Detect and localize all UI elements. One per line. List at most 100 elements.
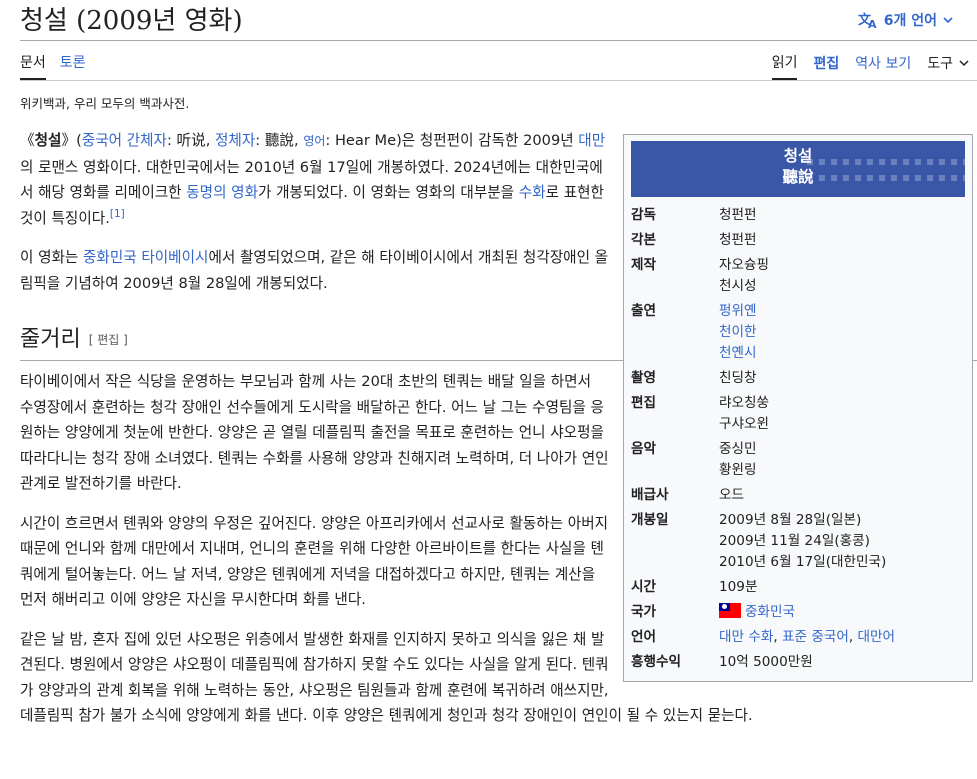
editor-name: 랴오칭쑹 xyxy=(719,395,770,411)
release-date: 2009년 8월 28일(일본) xyxy=(719,512,862,528)
actor-link[interactable]: 펑위옌 xyxy=(719,303,757,319)
sign-language-link[interactable]: 수화 xyxy=(519,184,546,201)
tab-read[interactable]: 읽기 xyxy=(771,52,798,80)
infobox-label: 제작 xyxy=(631,257,657,273)
composer-name: 중싱민 xyxy=(719,441,757,457)
language-link[interactable]: 표준 중국어 xyxy=(782,629,849,645)
flag-icon xyxy=(719,603,741,618)
infobox-label: 국가 xyxy=(631,604,657,620)
infobox-label: 흥행수익 xyxy=(631,654,682,670)
infobox-value: 109분 xyxy=(719,579,758,595)
tools-label: 도구 xyxy=(927,56,953,72)
article-body: 청설 聽說 감독 청펀펀 각본 청펀펀 제작 자오슝핑 천시성 출연 펑위옌 천… xyxy=(20,128,977,729)
language-link[interactable]: 대만 수화 xyxy=(719,629,773,645)
text: : 听说, xyxy=(166,132,215,149)
infobox-value: 2009년 8월 28일(일본) 2009년 11월 24일(홍콩) 2010년… xyxy=(719,510,965,573)
release-date: 2010년 6월 17일(대한민국) xyxy=(719,554,887,570)
actor-link[interactable]: 천이한 xyxy=(719,324,757,340)
infobox-label: 언어 xyxy=(631,629,657,645)
language-button[interactable]: 文 A 6개 언어 xyxy=(858,10,953,30)
infobox-label: 편집 xyxy=(631,395,657,411)
infobox-row-gross: 흥행수익 10억 5000만원 xyxy=(631,650,965,675)
tools-menu[interactable]: 도구 xyxy=(927,53,969,79)
page-title: 청설 (2009년 영화) xyxy=(20,6,243,36)
reference-link[interactable]: [1] xyxy=(110,208,125,220)
infobox-label: 출연 xyxy=(631,303,657,319)
infobox: 청설 聽說 감독 청펀펀 각본 청펀펀 제작 자오슝핑 천시성 출연 펑위옌 천… xyxy=(623,134,973,682)
language-count: 6개 언어 xyxy=(883,13,937,29)
tab-talk[interactable]: 토론 xyxy=(60,52,86,80)
actor-link[interactable]: 천옌시 xyxy=(719,345,757,361)
text: 이 영화는 xyxy=(20,249,83,266)
infobox-label: 음악 xyxy=(631,441,657,457)
english-link[interactable]: 영어 xyxy=(303,134,325,148)
chevron-down-icon xyxy=(959,60,969,67)
infobox-label: 시간 xyxy=(631,579,657,595)
release-date: 2009년 11월 24일(홍콩) xyxy=(719,533,870,549)
tab-history[interactable]: 역사 보기 xyxy=(855,53,911,79)
infobox-value: 청펀펀 xyxy=(719,207,757,223)
infobox-label: 감독 xyxy=(631,207,657,223)
infobox-title-chinese: 聽說 xyxy=(782,168,814,186)
infobox-value: 랴오칭쑹 구샤오윈 xyxy=(719,393,965,435)
translate-icon: 文 A xyxy=(858,12,877,29)
namespace-tabs: 문서 토론 xyxy=(20,52,86,80)
infobox-row-editing: 편집 랴오칭쑹 구샤오윈 xyxy=(631,391,965,437)
tabs-divider xyxy=(20,80,977,81)
separator: , xyxy=(848,629,858,645)
infobox-value: 중싱민 황윈링 xyxy=(719,439,965,481)
title-divider xyxy=(20,40,977,41)
infobox-value: 오드 xyxy=(719,487,745,503)
text: 《 xyxy=(20,132,35,149)
infobox-label: 각본 xyxy=(631,232,657,248)
producer-name: 천시성 xyxy=(719,278,757,294)
infobox-row-runtime: 시간 109분 xyxy=(631,575,965,600)
infobox-row-director: 감독 청펀펀 xyxy=(631,203,965,228)
infobox-header: 청설 聽說 xyxy=(631,141,965,197)
infobox-row-country: 국가 중화민국 xyxy=(631,600,965,625)
infobox-value: 친딩창 xyxy=(719,370,757,386)
infobox-row-distributor: 배급사 오드 xyxy=(631,483,965,508)
infobox-value: 청펀펀 xyxy=(719,232,757,248)
infobox-row-language: 언어 대만 수화, 표준 중국어, 대만어 xyxy=(631,625,965,650)
infobox-label: 촬영 xyxy=(631,370,657,386)
editor-name: 구샤오윈 xyxy=(719,416,770,432)
infobox-value: 중화민국 xyxy=(719,602,965,623)
tab-article[interactable]: 문서 xyxy=(20,52,46,80)
simplified-chinese-link[interactable]: 중국어 간체자 xyxy=(82,132,167,149)
section-heading-text: 줄거리 xyxy=(20,327,81,352)
infobox-label: 개봉일 xyxy=(631,512,669,528)
article-subject: 청설 xyxy=(34,132,62,149)
view-tabs: 읽기 편집 역사 보기 도구 xyxy=(771,52,969,80)
infobox-value: 10억 5000만원 xyxy=(719,654,813,670)
language-link[interactable]: 대만어 xyxy=(858,629,896,645)
remake-link[interactable]: 동명의 영화 xyxy=(186,184,258,201)
tab-edit[interactable]: 편집 xyxy=(813,53,839,79)
taiwan-link[interactable]: 대만 xyxy=(578,132,605,149)
infobox-row-starring: 출연 펑위옌 천이한 천옌시 xyxy=(631,299,965,366)
taipei-link[interactable]: 중화민국 타이베이시 xyxy=(83,249,208,266)
traditional-chinese-link[interactable]: 정체자 xyxy=(215,132,255,149)
infobox-value: 대만 수화, 표준 중국어, 대만어 xyxy=(719,627,965,648)
producer-name: 자오슝핑 xyxy=(719,257,770,273)
country-link[interactable]: 중화민국 xyxy=(745,604,795,620)
infobox-title: 청설 聽說 xyxy=(631,146,965,188)
infobox-row-producer: 제작 자오슝핑 천시성 xyxy=(631,253,965,299)
text: : Hear Me)은 청펀펀이 감독한 2009년 xyxy=(325,132,579,149)
infobox-title-korean: 청설 xyxy=(783,147,813,165)
text: : 聽說, xyxy=(255,132,304,149)
site-tagline: 위키백과, 우리 모두의 백과사전. xyxy=(20,96,190,111)
infobox-row-release: 개봉일 2009년 8월 28일(일본) 2009년 11월 24일(홍콩) 2… xyxy=(631,508,965,575)
section-edit-link[interactable]: [ 편집 ] xyxy=(89,333,128,347)
infobox-row-writer: 각본 청펀펀 xyxy=(631,228,965,253)
infobox-value: 자오슝핑 천시성 xyxy=(719,255,965,297)
text: 》( xyxy=(61,132,82,149)
chevron-down-icon xyxy=(943,17,953,24)
composer-name: 황윈링 xyxy=(719,462,757,478)
svg-text:A: A xyxy=(868,18,877,29)
separator: , xyxy=(773,629,783,645)
infobox-row-cinematography: 촬영 친딩창 xyxy=(631,366,965,391)
infobox-value: 펑위옌 천이한 천옌시 xyxy=(719,301,965,364)
infobox-label: 배급사 xyxy=(631,487,669,503)
text: 가 개봉되었다. 이 영화는 영화의 대부분을 xyxy=(258,184,519,201)
